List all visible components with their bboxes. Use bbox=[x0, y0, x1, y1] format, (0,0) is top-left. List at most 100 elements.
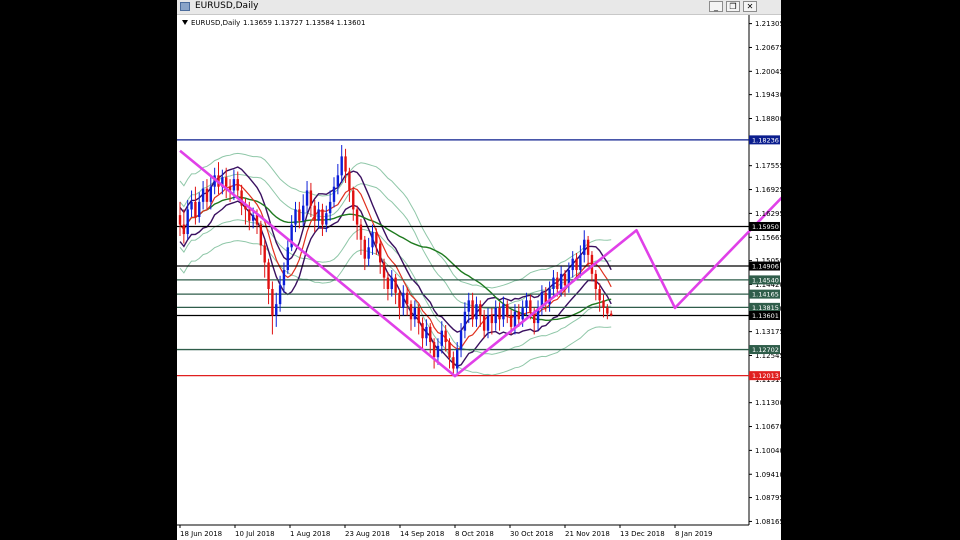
candle-body bbox=[475, 304, 478, 320]
price-tick-label: 1.18800 bbox=[755, 115, 781, 123]
candle-body bbox=[467, 300, 470, 312]
price-tick-label: 1.19430 bbox=[755, 91, 781, 99]
candle-body bbox=[413, 307, 417, 320]
candle-body bbox=[432, 342, 436, 358]
candle-body bbox=[456, 349, 459, 369]
candle-body bbox=[598, 288, 601, 301]
candle-body bbox=[348, 171, 351, 191]
candle-body bbox=[509, 315, 513, 327]
candle-body bbox=[571, 258, 574, 271]
candle-body bbox=[286, 247, 289, 271]
candle-body bbox=[371, 232, 374, 248]
candle-body bbox=[440, 330, 443, 346]
candle-body bbox=[583, 239, 586, 255]
candle-body bbox=[425, 326, 428, 339]
candle-body bbox=[482, 315, 486, 331]
candle-body bbox=[336, 175, 340, 187]
candle-body bbox=[559, 273, 563, 289]
price-tick-label: 1.20045 bbox=[755, 68, 781, 76]
level-tag-label: 1.12013 bbox=[752, 372, 779, 380]
candle-body bbox=[225, 177, 228, 187]
candle-body bbox=[313, 205, 316, 221]
time-tick-label: 1 Aug 2018 bbox=[290, 530, 330, 538]
candle-body bbox=[513, 311, 517, 327]
candle-body bbox=[275, 304, 278, 316]
candle-body bbox=[606, 307, 609, 314]
candle-body bbox=[490, 315, 494, 324]
candle-body bbox=[209, 186, 212, 202]
price-tick-label: 1.17555 bbox=[755, 162, 781, 170]
candle-body bbox=[486, 315, 490, 331]
candle-body bbox=[498, 307, 501, 320]
candle-body bbox=[309, 190, 313, 206]
candle-body bbox=[409, 304, 413, 320]
price-tick-label: 1.09410 bbox=[755, 471, 781, 479]
candle-body bbox=[525, 300, 528, 308]
candle-body bbox=[390, 277, 393, 289]
candle-body bbox=[405, 292, 409, 305]
time-tick-label: 14 Sep 2018 bbox=[400, 530, 444, 538]
candle-body bbox=[363, 239, 366, 259]
price-tick-label: 1.11300 bbox=[755, 399, 781, 407]
level-tag-label: 1.13815 bbox=[752, 304, 779, 312]
candle-body bbox=[305, 190, 309, 206]
candle-body bbox=[190, 201, 193, 210]
level-tag-label: 1.15950 bbox=[752, 223, 779, 231]
candle-body bbox=[263, 245, 266, 263]
candle-body bbox=[194, 201, 197, 218]
time-tick-label: 18 Jun 2018 bbox=[180, 530, 222, 538]
candle-body bbox=[429, 326, 432, 343]
candle-body bbox=[248, 209, 251, 221]
candle-body bbox=[556, 277, 559, 289]
candle-body bbox=[379, 243, 382, 263]
candle-body bbox=[448, 342, 451, 358]
time-tick-label: 8 Jan 2019 bbox=[675, 530, 713, 538]
price-axis-labels: 1.21305 1.20675 1.20045 1.19430 1.18800 1.175… bbox=[749, 20, 781, 526]
candle-body bbox=[344, 156, 347, 172]
price-tick-label: 1.20675 bbox=[755, 44, 781, 52]
candle-body bbox=[471, 300, 474, 320]
price-tick-label: 1.08795 bbox=[755, 494, 781, 502]
candle-body bbox=[444, 330, 447, 343]
candle-body bbox=[317, 209, 320, 221]
plot-area bbox=[177, 15, 749, 525]
candle-body bbox=[267, 262, 270, 289]
candle-body bbox=[563, 273, 567, 286]
candle-body bbox=[402, 292, 405, 308]
price-chart[interactable]: × 1.213051.206751.200451.194301.188001.1… bbox=[177, 0, 781, 540]
level-tag-label: 1.14165 bbox=[752, 291, 779, 299]
time-tick-label: 8 Oct 2018 bbox=[455, 530, 494, 538]
candle-body bbox=[251, 215, 255, 221]
candle-body bbox=[479, 304, 482, 316]
level-tag-label: 1.14540 bbox=[752, 276, 779, 284]
candle-body bbox=[359, 224, 363, 240]
candle-body bbox=[298, 209, 301, 221]
candle-body bbox=[521, 307, 524, 320]
candle-body bbox=[321, 209, 324, 225]
candle-body bbox=[602, 300, 605, 308]
candle-body bbox=[328, 201, 332, 214]
candle-body bbox=[398, 292, 401, 308]
candle-body bbox=[355, 209, 359, 225]
candle-body bbox=[352, 190, 355, 210]
candle-body bbox=[579, 254, 582, 271]
level-tag-label: 1.13601 bbox=[752, 312, 779, 320]
candle-body bbox=[182, 224, 186, 235]
price-tick-label: 1.16925 bbox=[755, 186, 781, 194]
candle-body bbox=[506, 304, 509, 316]
candle-body bbox=[594, 273, 597, 289]
price-tick-label: 1.15665 bbox=[755, 234, 781, 242]
price-tick-label: 1.10670 bbox=[755, 423, 781, 431]
price-tick-label: 1.21305 bbox=[755, 20, 781, 28]
candle-body bbox=[340, 156, 343, 176]
candle-body bbox=[575, 258, 578, 271]
time-tick-label: 21 Nov 2018 bbox=[565, 530, 610, 538]
candle-body bbox=[459, 330, 463, 350]
candle-body bbox=[294, 209, 297, 225]
candle-body bbox=[463, 311, 467, 331]
chart-window: EURUSD,Daily _ ❐ ✕ × 1.213051.206751.200… bbox=[177, 0, 781, 540]
candle-body bbox=[325, 213, 328, 225]
time-tick-label: 23 Aug 2018 bbox=[345, 530, 390, 538]
time-tick-label: 13 Dec 2018 bbox=[620, 530, 665, 538]
candle-body bbox=[502, 304, 505, 320]
